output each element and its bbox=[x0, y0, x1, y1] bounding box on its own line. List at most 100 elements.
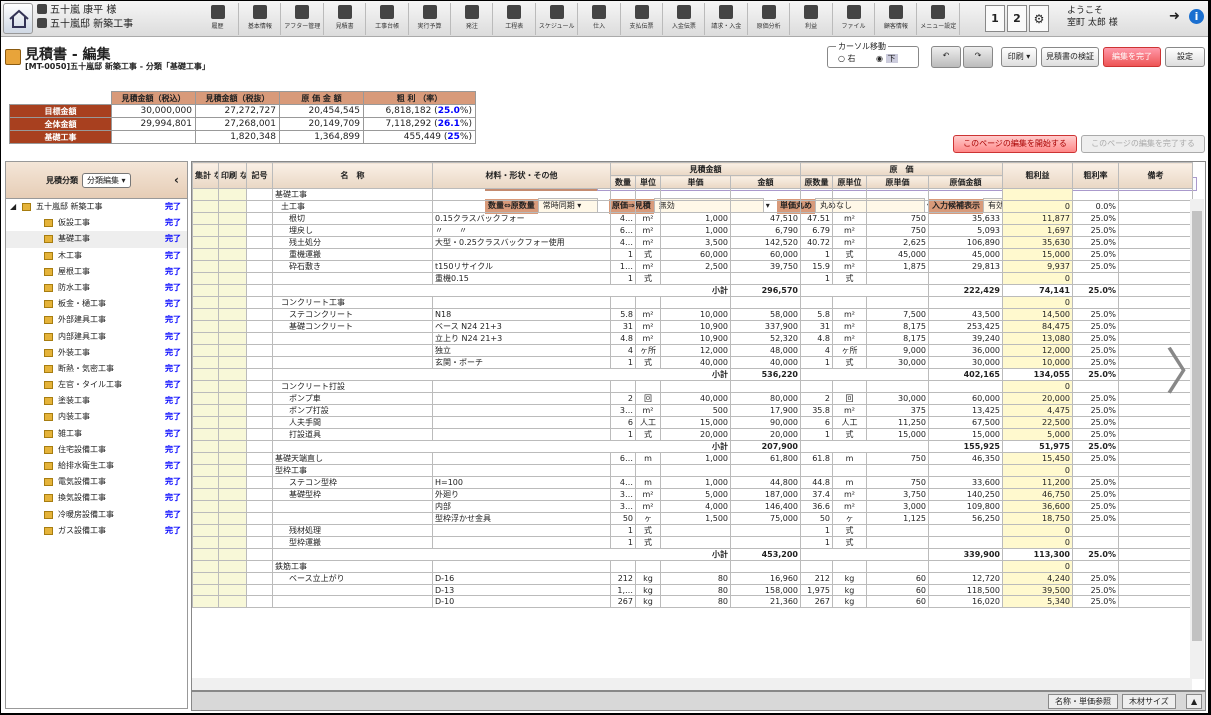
cell-spec[interactable]: H=100 bbox=[432, 476, 611, 489]
cell-spec[interactable]: 重機0.15 bbox=[432, 272, 611, 285]
cell-price[interactable]: 10,000 bbox=[660, 308, 731, 321]
cell-name[interactable] bbox=[272, 512, 433, 525]
cell-price[interactable] bbox=[660, 380, 731, 393]
cell-unit[interactable]: 回 bbox=[635, 392, 661, 405]
cell-unit[interactable]: kg bbox=[635, 583, 661, 597]
cell-mark[interactable] bbox=[246, 404, 273, 417]
cell-note[interactable] bbox=[1118, 308, 1193, 321]
cell-cprice[interactable]: 750 bbox=[866, 452, 929, 465]
cell-sum[interactable] bbox=[192, 524, 219, 537]
cell-cprice[interactable]: 60 bbox=[866, 572, 929, 585]
cell-print[interactable] bbox=[218, 428, 247, 441]
cell-name[interactable]: コンクリート打設 bbox=[272, 380, 433, 393]
table-row[interactable]: 砕石敷き t150リサイクル 1… m² 2,500 39,750 15.9 m² 1,875 2… bbox=[192, 260, 1193, 273]
cell-rate[interactable] bbox=[1072, 380, 1119, 393]
cell-rate[interactable]: 25.0% bbox=[1072, 428, 1119, 441]
cell-camount[interactable] bbox=[928, 380, 1003, 393]
cell-camount[interactable]: 253,425 bbox=[928, 320, 1003, 333]
cell-cprice[interactable]: 3,000 bbox=[866, 500, 929, 513]
cell-spec[interactable] bbox=[432, 536, 611, 549]
cell-cprice[interactable] bbox=[866, 380, 929, 393]
cell-price[interactable]: 1,500 bbox=[660, 512, 731, 525]
cell-mark[interactable] bbox=[246, 260, 273, 273]
cell-note[interactable] bbox=[1118, 296, 1193, 309]
cell-spec[interactable] bbox=[432, 524, 611, 537]
cell-cprice[interactable]: 750 bbox=[866, 476, 929, 489]
cell-profit[interactable]: 0 bbox=[1002, 560, 1073, 573]
tree-item[interactable]: 防水工事 完了 bbox=[6, 280, 187, 296]
cell-cunit[interactable] bbox=[832, 188, 867, 201]
cell-price[interactable]: 1,000 bbox=[660, 452, 731, 465]
cell-qty[interactable]: 3… bbox=[610, 404, 636, 417]
cell-name[interactable]: 基礎工事 bbox=[272, 188, 433, 201]
cell-cprice[interactable] bbox=[866, 524, 929, 537]
table-row[interactable]: ベース立上がり D-16 212 kg 80 16,960 212 kg 60 12,720 4,2… bbox=[192, 572, 1193, 585]
cell-camount[interactable]: 60,000 bbox=[928, 392, 1003, 405]
cell-amount[interactable]: 21,360 bbox=[730, 595, 801, 608]
cell-note[interactable] bbox=[1118, 500, 1193, 513]
cell-camount[interactable] bbox=[928, 296, 1003, 309]
gear-icon[interactable]: ⚙ bbox=[1029, 5, 1049, 32]
tree-item[interactable]: 基礎工事 完了 bbox=[6, 231, 187, 248]
cell-print[interactable] bbox=[218, 440, 247, 453]
cell-camount[interactable]: 56,250 bbox=[928, 512, 1003, 525]
cell-cqty[interactable]: 2 bbox=[800, 392, 833, 405]
cell-qty[interactable]: 1 bbox=[610, 356, 636, 369]
cell-qty[interactable]: 3… bbox=[610, 488, 636, 501]
cell-qty[interactable]: 267 bbox=[610, 595, 636, 608]
table-row[interactable]: ポンプ車 2 回 40,000 80,000 2 回 30,000 60,000 20,000 25… bbox=[192, 392, 1193, 405]
cell-cunit[interactable]: kg bbox=[832, 572, 867, 585]
cell-note[interactable] bbox=[1118, 464, 1193, 477]
cell-mark[interactable] bbox=[246, 200, 273, 213]
cell-print[interactable] bbox=[218, 296, 247, 309]
cell-qty[interactable]: 4… bbox=[610, 236, 636, 249]
cell-qty[interactable] bbox=[610, 200, 636, 213]
cell-profit[interactable]: 39,500 bbox=[1002, 583, 1073, 597]
cell-name[interactable]: 埋戻し bbox=[272, 224, 433, 237]
cell-cunit[interactable]: m² bbox=[832, 236, 867, 249]
cell-cprice[interactable]: 60 bbox=[866, 583, 929, 597]
cell-sum[interactable] bbox=[192, 356, 219, 369]
cell-cqty[interactable]: 44.8 bbox=[800, 476, 833, 489]
cell-amount[interactable] bbox=[730, 200, 801, 213]
tree-item[interactable]: 冷暖房設備工事 完了 bbox=[6, 507, 187, 523]
cell-note[interactable] bbox=[1118, 416, 1193, 429]
cell-spec[interactable]: 内部 bbox=[432, 500, 611, 513]
cell-camount[interactable] bbox=[928, 272, 1003, 285]
tree-item[interactable]: 塗装工事 完了 bbox=[6, 393, 187, 409]
cell-name[interactable] bbox=[272, 332, 433, 345]
cell-qty[interactable]: 1 bbox=[610, 536, 636, 549]
cell-print[interactable] bbox=[218, 583, 247, 597]
cell-camount[interactable]: 39,240 bbox=[928, 332, 1003, 345]
cell-cunit[interactable]: m² bbox=[832, 308, 867, 321]
cell-spec[interactable]: 0.15クラスバックフォー bbox=[432, 212, 611, 225]
cell-amount[interactable]: 20,000 bbox=[730, 428, 801, 441]
cell-name[interactable]: 基礎コンクリート bbox=[272, 320, 433, 333]
cell-unit[interactable]: 式 bbox=[635, 356, 661, 369]
table-row[interactable]: 埋戻し〃 〃 6… m² 1,000 6,790 6.79 m² 750 5,093 1,697 2… bbox=[192, 224, 1193, 237]
cell-qty[interactable] bbox=[610, 188, 636, 201]
info-icon[interactable]: i bbox=[1189, 9, 1204, 24]
cell-cqty[interactable]: 4 bbox=[800, 344, 833, 357]
table-row[interactable]: 独立 4 ヶ所 12,000 48,000 4 ヶ所 9,000 36,000 12,000 25.… bbox=[192, 344, 1193, 357]
tree-item[interactable]: 内装工事 完了 bbox=[6, 409, 187, 425]
cell-cprice[interactable] bbox=[866, 560, 929, 573]
cell-camount[interactable]: 13,425 bbox=[928, 404, 1003, 417]
table-row[interactable]: 土工事 0 0.0% bbox=[192, 200, 1193, 213]
cell-mark[interactable] bbox=[246, 188, 273, 201]
table-row[interactable]: 基礎工事 bbox=[192, 188, 1193, 201]
cell-sum[interactable] bbox=[192, 344, 219, 357]
cell-name[interactable]: 基礎天端直し bbox=[272, 452, 433, 465]
cell-amount[interactable]: 80,000 bbox=[730, 392, 801, 405]
cell-spec[interactable]: t150リサイクル bbox=[432, 260, 611, 273]
cell-cqty[interactable]: 35.8 bbox=[800, 404, 833, 417]
cell-camount[interactable]: 140,250 bbox=[928, 488, 1003, 501]
cell-sum[interactable] bbox=[192, 464, 219, 477]
cell-note[interactable] bbox=[1118, 548, 1193, 561]
tree-item[interactable]: ガス設備工事 完了 bbox=[6, 523, 187, 539]
cell-amount[interactable] bbox=[730, 524, 801, 537]
cell-price[interactable]: 15,000 bbox=[660, 416, 731, 429]
cell-note[interactable] bbox=[1118, 236, 1193, 249]
next-page-arrow-icon[interactable]: 〉 bbox=[1165, 347, 1208, 397]
cell-cprice[interactable] bbox=[866, 536, 929, 549]
